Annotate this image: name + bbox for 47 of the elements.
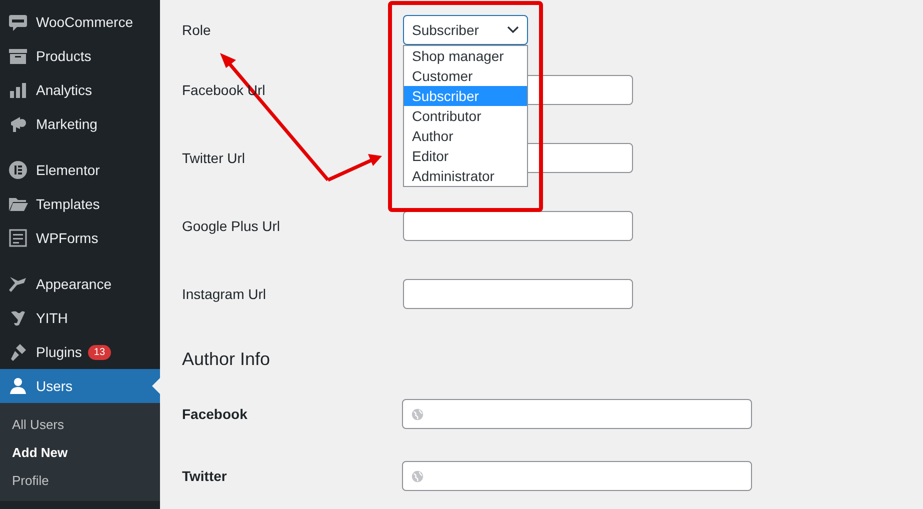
section-heading: Author Info: [182, 348, 272, 371]
dropdown-option[interactable]: Administrator: [404, 166, 527, 186]
url-field[interactable]: [402, 461, 752, 491]
field-label: Role: [182, 22, 212, 38]
dropdown-option[interactable]: Customer: [404, 66, 527, 86]
field-label: Google Plus Url: [182, 218, 282, 234]
circle-logo-icon: [8, 160, 28, 180]
sidebar-item[interactable]: Users: [0, 369, 160, 403]
submenu-item[interactable]: All Users: [0, 410, 160, 438]
sidebar-item[interactable]: Templates: [0, 187, 160, 221]
bar-chart-icon: [8, 80, 28, 100]
chat-bubble-icon: [8, 12, 28, 32]
sidebar-item[interactable]: Plugins 13: [0, 335, 160, 369]
field-label: Twitter: [182, 468, 228, 484]
count-badge: 13: [88, 344, 112, 360]
field-label: Instagram Url: [182, 286, 268, 302]
form-icon: [8, 228, 28, 248]
plug-icon: [8, 342, 28, 362]
sidebar-item[interactable]: WooCommerce: [0, 5, 160, 39]
dropdown-option[interactable]: Editor: [404, 146, 527, 166]
role-select[interactable]: Subscriber: [403, 15, 528, 45]
user-icon: [8, 376, 28, 396]
sidebar-item[interactable]: Appearance: [0, 267, 160, 301]
sidebar-item[interactable]: WPForms: [0, 221, 160, 255]
submenu-item[interactable]: Profile: [0, 466, 160, 494]
dropdown-option[interactable]: Contributor: [404, 106, 527, 126]
url-field[interactable]: [403, 279, 633, 309]
dropdown-option[interactable]: Shop manager: [404, 46, 527, 66]
sidebar-item[interactable]: Marketing: [0, 107, 160, 141]
box-icon: [8, 46, 28, 66]
current-page-pointer: [152, 378, 160, 394]
sidebar-item[interactable]: YITH: [0, 301, 160, 335]
brush-icon: [8, 274, 28, 294]
sidebar-item[interactable]: Elementor: [0, 153, 160, 187]
url-field[interactable]: [403, 211, 633, 241]
sidebar-item[interactable]: Products: [0, 39, 160, 73]
megaphone-icon: [8, 114, 28, 134]
field-label: Twitter Url: [182, 150, 246, 166]
dropdown-option[interactable]: Author: [404, 126, 527, 146]
globe-icon: [411, 408, 424, 420]
script-letter-icon: [8, 308, 28, 328]
sidebar-item[interactable]: Analytics: [0, 73, 160, 107]
globe-icon: [411, 470, 424, 482]
submenu-item[interactable]: Add New: [0, 438, 160, 466]
url-field[interactable]: [402, 399, 752, 429]
field-label: Facebook: [182, 406, 248, 422]
chevron-down-icon: [507, 26, 519, 34]
